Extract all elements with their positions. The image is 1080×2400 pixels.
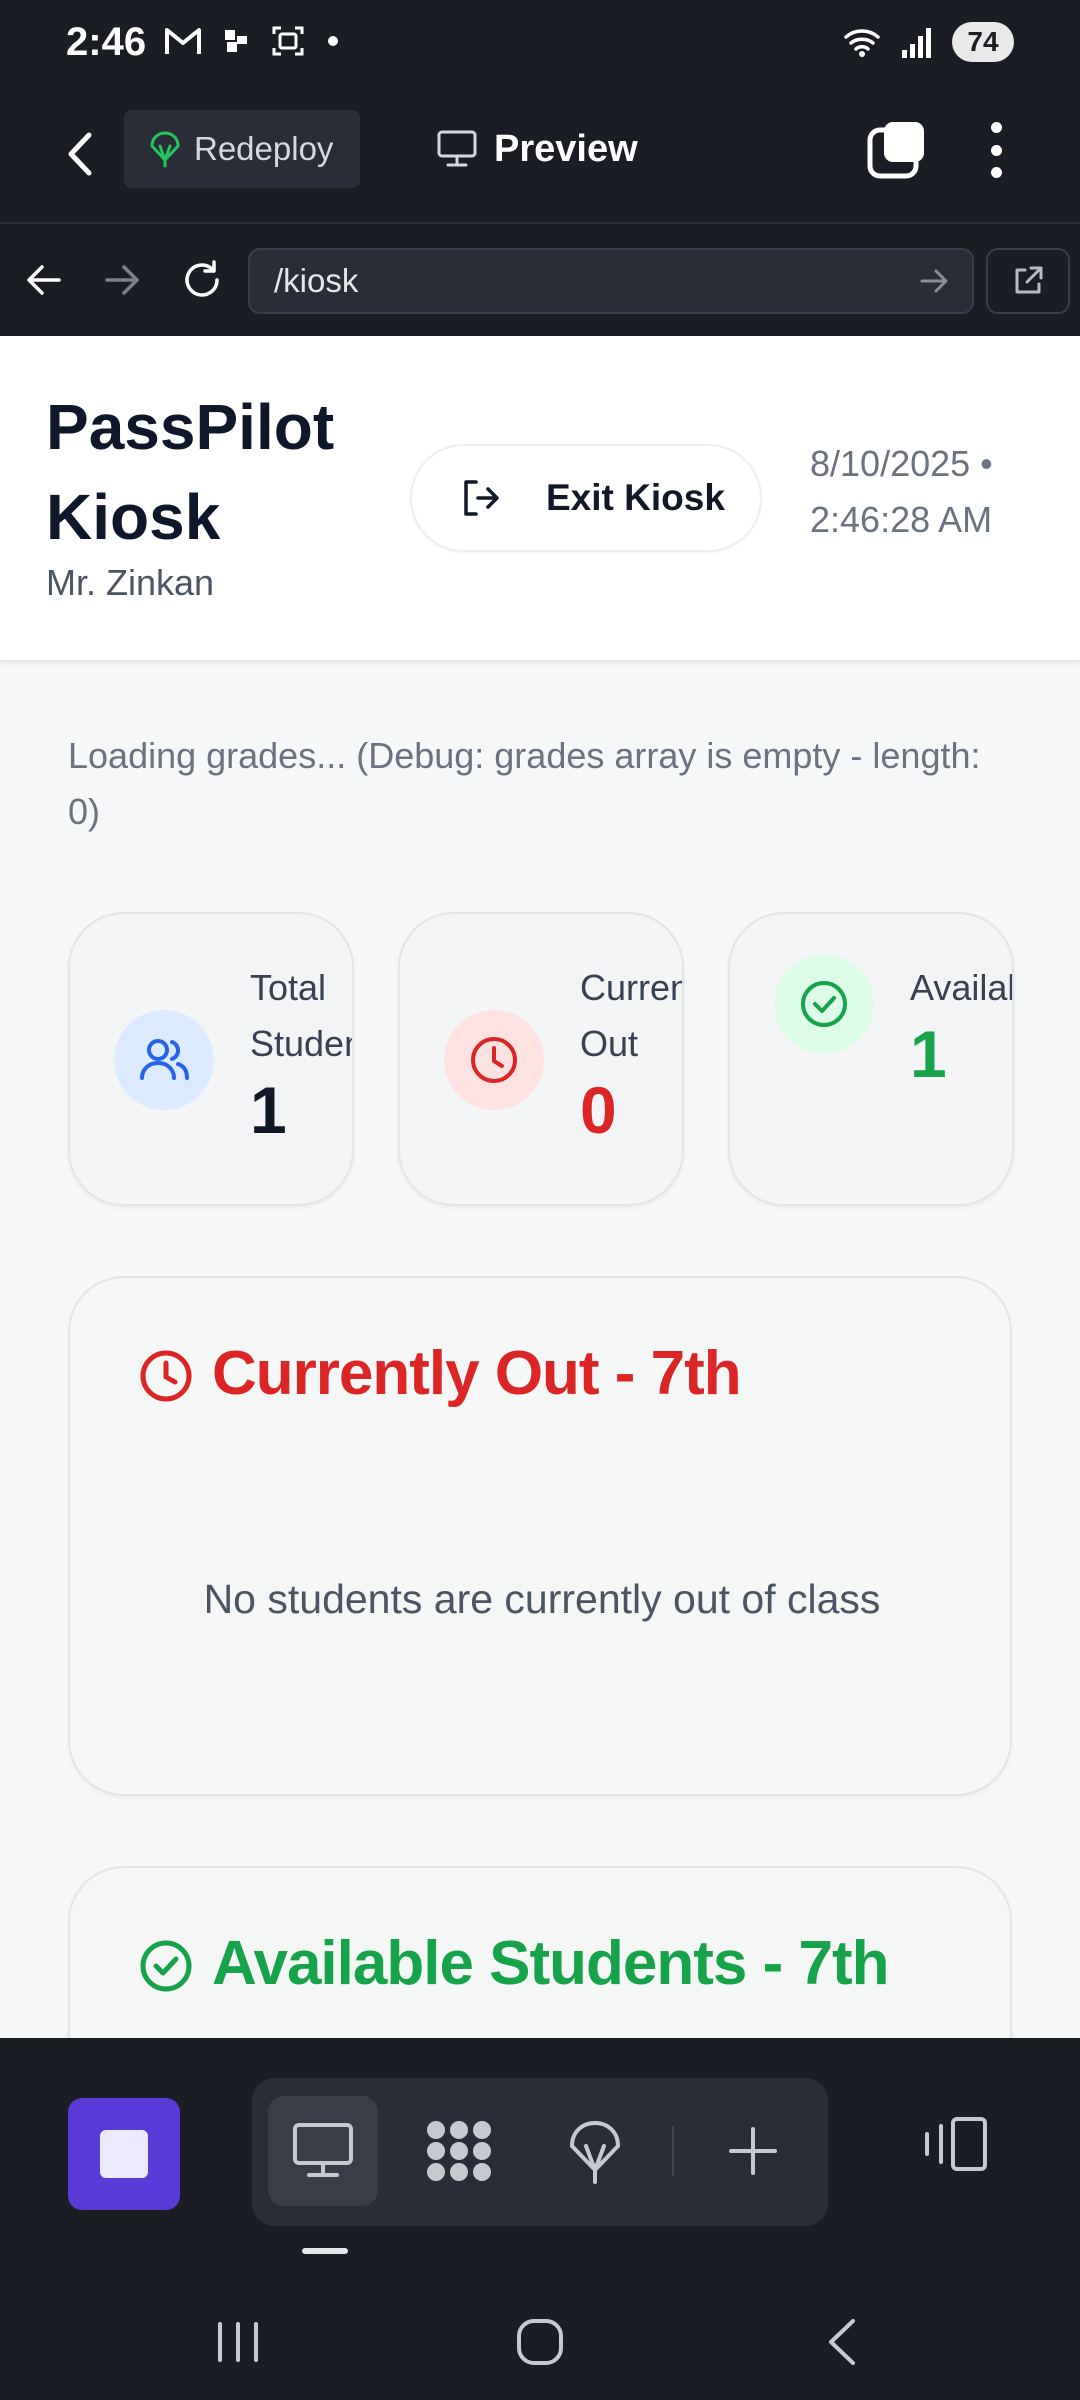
stat-card-total: Total Students 1 [68, 912, 354, 1206]
devices-button[interactable] [916, 2104, 996, 2184]
stat-value: 0 [580, 1073, 617, 1147]
gmail-icon [165, 28, 201, 54]
add-tool-button[interactable] [698, 2096, 808, 2206]
plus-icon [729, 2127, 777, 2175]
stat-value: 1 [910, 1017, 947, 1091]
go-arrow-icon[interactable] [918, 264, 952, 298]
exit-kiosk-button[interactable]: Exit Kiosk [410, 444, 762, 552]
stat-label: Available [910, 967, 1012, 1008]
tool-group [252, 2078, 828, 2226]
screenshot-icon [272, 26, 304, 56]
arrow-left-icon [27, 265, 61, 295]
reload-icon [185, 260, 219, 297]
integrations-tool-button[interactable] [404, 2096, 514, 2206]
stop-icon [100, 2130, 148, 2178]
users-icon [114, 1010, 214, 1110]
active-tab-indicator [302, 2248, 348, 2254]
balloon-icon [150, 131, 180, 168]
stop-button[interactable] [68, 2098, 180, 2210]
wifi-icon [844, 29, 880, 57]
preview-label: Preview [494, 127, 638, 170]
more-dot [990, 144, 1002, 156]
page-title: PassPilot Kiosk [46, 391, 335, 553]
empty-message: No students are currently out of class [203, 1576, 881, 1622]
monitor-icon [293, 2123, 353, 2177]
web-preview: PassPilot Kiosk Mr. Zinkan Exit Kiosk 8/… [0, 336, 1080, 2038]
app-header: Redeploy Preview [0, 92, 1080, 222]
reload-button[interactable] [174, 252, 230, 308]
toolbar-divider [672, 2126, 674, 2176]
deploy-tool-button[interactable] [540, 2096, 650, 2206]
balloon-icon [570, 2120, 620, 2184]
clock-icon [140, 1350, 192, 1402]
clock-icon [444, 1010, 544, 1110]
stat-label: Currently Out [580, 960, 682, 1072]
debug-message: Loading grades... (Debug: grades array i… [68, 735, 981, 832]
home-button[interactable] [500, 2302, 580, 2382]
chevron-left-icon [829, 2319, 855, 2365]
more-dot [990, 167, 1002, 178]
tabs-icon [867, 122, 924, 179]
devices-icon [925, 2117, 987, 2171]
open-external-button[interactable] [986, 248, 1070, 314]
screen: 2:46 74 Redeploy Preview /kiosk PassPilo… [0, 0, 1080, 2400]
browser-url-row: /kiosk [0, 222, 1080, 336]
stat-card-available: Available 1 [728, 912, 1014, 1206]
url-text: /kiosk [274, 262, 359, 299]
redeploy-label: Redeploy [194, 130, 334, 167]
stat-card-out: Currently Out 0 [398, 912, 684, 1206]
preview-tab[interactable]: Preview [436, 110, 638, 188]
status-time: 2:46 [66, 20, 147, 64]
section-title: Available Students - 7th [212, 1929, 889, 1998]
more-options-button[interactable] [972, 116, 1020, 184]
check-circle-icon [140, 1940, 192, 1992]
tabs-button[interactable] [866, 118, 930, 182]
nodes-icon [427, 2121, 491, 2181]
slack-like-icon [225, 30, 247, 52]
battery-indicator: 74 [952, 22, 1014, 62]
system-nav-bar [0, 2278, 1080, 2400]
external-link-icon [1015, 266, 1043, 294]
kiosk-datetime: 8/10/2025 • 2:46:28 AM [810, 443, 993, 540]
nav-back-button[interactable] [16, 252, 72, 308]
status-icons-right: 74 [842, 22, 1014, 62]
preview-tool-button[interactable] [268, 2096, 378, 2206]
status-icons-left [165, 24, 339, 58]
monitor-icon [437, 130, 477, 167]
teacher-name: Mr. Zinkan [46, 562, 215, 603]
chevron-left-icon [68, 132, 92, 176]
redeploy-button[interactable]: Redeploy [124, 110, 360, 188]
stat-label: Total Students [250, 960, 352, 1072]
url-input[interactable]: /kiosk [248, 248, 974, 314]
section-title: Currently Out - 7th [212, 1339, 742, 1408]
bottom-toolbar [0, 2038, 1080, 2278]
signal-icon [902, 28, 931, 58]
exit-kiosk-label: Exit Kiosk [546, 477, 725, 518]
recents-button[interactable] [198, 2302, 278, 2382]
stat-label-text: Currently Out [580, 967, 682, 1064]
system-back-button[interactable] [802, 2302, 882, 2382]
back-button[interactable] [50, 124, 110, 184]
stat-value: 1 [250, 1073, 287, 1147]
stat-label-text: Total Students [250, 967, 352, 1064]
nav-forward-button[interactable] [94, 252, 150, 308]
recents-icon [218, 2322, 258, 2362]
kiosk-header: PassPilot Kiosk Mr. Zinkan Exit Kiosk 8/… [0, 336, 1080, 662]
home-icon [517, 2319, 563, 2365]
dot-icon [328, 36, 338, 46]
check-circle-icon [774, 954, 874, 1054]
status-bar: 2:46 74 [0, 0, 1080, 92]
more-dot [990, 122, 1002, 133]
logout-icon [464, 480, 499, 516]
available-section: Available Students - 7th [68, 1866, 1012, 2038]
currently-out-section: Currently Out - 7th No students are curr… [68, 1276, 1012, 1796]
arrow-right-icon [105, 265, 139, 295]
